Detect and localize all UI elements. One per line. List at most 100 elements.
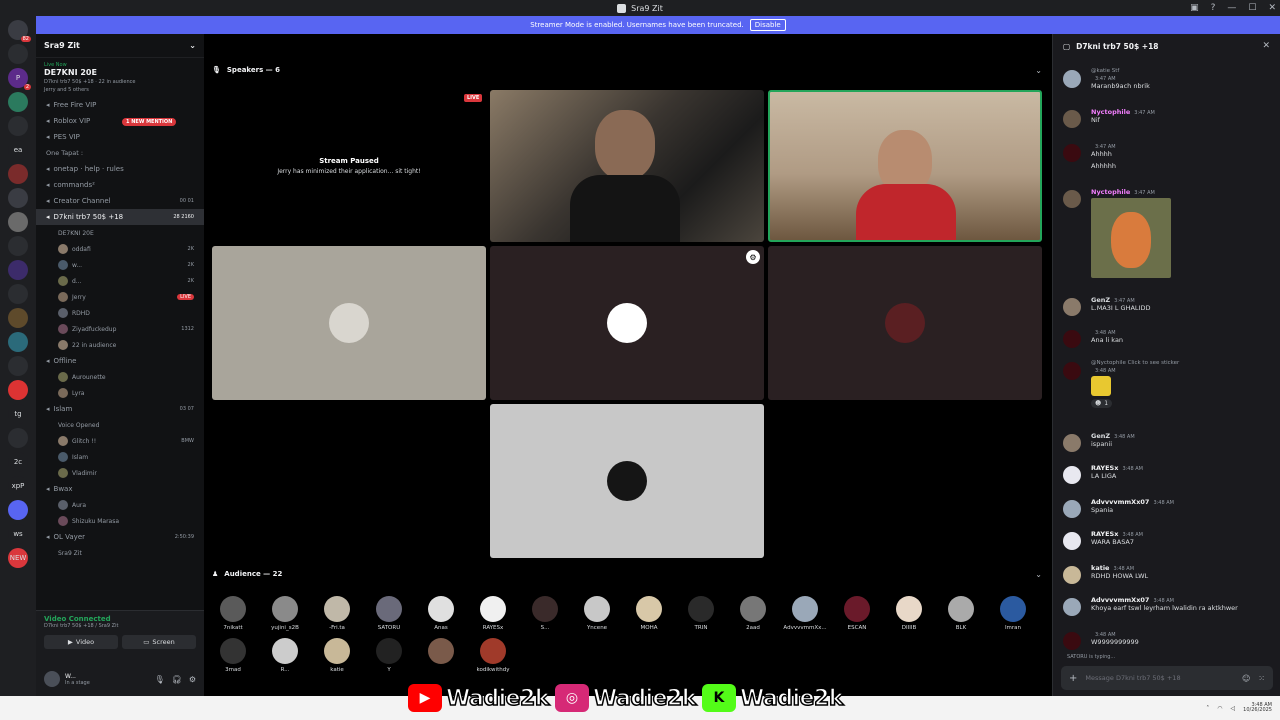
audience-member[interactable]: AdvvvvmmXx... (783, 596, 827, 631)
headphones-icon[interactable]: 🎧︎ (172, 675, 182, 684)
server-icon[interactable]: xpP (8, 476, 28, 496)
avatar[interactable] (1063, 190, 1081, 208)
server-icon[interactable] (8, 212, 28, 232)
chat-message[interactable]: GenZ 3:47 AM L.MA3I L GHALIDD (1063, 296, 1273, 316)
server-icon[interactable] (8, 380, 28, 400)
volume-icon[interactable]: ◁ (1231, 705, 1236, 712)
author-name[interactable]: AdvvvvmmXx07 (1091, 498, 1149, 506)
channel-row[interactable]: ◂ Roblox VIP (36, 113, 204, 129)
server-icon[interactable] (8, 500, 28, 520)
voice-user-row[interactable]: Glitch !! BMW (36, 433, 204, 449)
chat-message[interactable]: Nyctophile 3:47 AM (1063, 188, 1273, 278)
avatar[interactable] (1063, 500, 1081, 518)
speaker-avatar-tile[interactable] (490, 404, 764, 558)
audience-member[interactable]: ESCAN (836, 596, 878, 631)
chat-message[interactable]: katie 3:48 AM RDHD HOWA LWL (1063, 564, 1273, 584)
channel-row[interactable]: ◂ commands² (36, 177, 204, 193)
speaker-avatar-tile[interactable]: ⚙ (490, 246, 764, 400)
server-header[interactable]: Sra9 Zit ⌄ (36, 34, 204, 58)
channel-row[interactable]: ◂ onetap · help · rules (36, 161, 204, 177)
speaker-video-tile[interactable] (490, 90, 764, 242)
audience-member[interactable]: RAYESx (472, 596, 514, 631)
server-icon[interactable] (8, 164, 28, 184)
server-icon[interactable]: 2c (8, 452, 28, 472)
channel-row[interactable]: ◂ D7kni trb7 50$ +18 28 2160 (36, 209, 204, 225)
avatar[interactable] (1063, 598, 1081, 616)
audience-member[interactable]: 7nikatt (212, 596, 254, 631)
server-icon[interactable] (8, 44, 28, 64)
server-icon[interactable]: ea (8, 140, 28, 160)
voice-user-row[interactable]: RDHD (36, 305, 204, 321)
server-icon[interactable] (8, 116, 28, 136)
voice-user-row[interactable]: Islam (36, 449, 204, 465)
voice-user-row[interactable]: Shizuku Marasa (36, 513, 204, 529)
help-icon[interactable]: ? (1211, 3, 1216, 13)
avatar[interactable] (1063, 110, 1081, 128)
server-icon[interactable] (8, 284, 28, 304)
video-button[interactable]: ▶ Video (44, 635, 118, 649)
gear-icon[interactable]: ⚙ (189, 675, 196, 684)
author-name[interactable]: AdvvvvmmXx07 (1091, 596, 1149, 604)
author-name[interactable]: RAYESx (1091, 530, 1118, 538)
server-icon[interactable] (8, 428, 28, 448)
chat-message[interactable]: AdvvvvmmXx07 3:48 AM Spania (1063, 498, 1273, 518)
audience-member[interactable]: kodikwithdy (472, 638, 514, 673)
apps-icon[interactable]: ⁙ (1258, 674, 1265, 683)
chat-message[interactable]: Ahhhhh (1063, 162, 1273, 170)
voice-user-row[interactable]: Jerry LIVE (36, 289, 204, 305)
chat-message[interactable]: AdvvvvmmXx07 3:48 AM Khoya earf tswl leyrh… (1063, 596, 1273, 616)
chat-message[interactable]: RAYESx 3:48 AM WARA BASA7 (1063, 530, 1273, 550)
avatar[interactable] (1063, 298, 1081, 316)
audience-member[interactable]: 3mad (212, 638, 254, 673)
audience-member[interactable]: Y (368, 638, 410, 673)
avatar[interactable] (44, 671, 60, 687)
audience-member[interactable]: Yncene (576, 596, 618, 631)
maximize-button[interactable]: ☐ (1248, 3, 1256, 13)
avatar[interactable] (1063, 330, 1081, 348)
author-name[interactable]: Nyctophile (1091, 188, 1130, 196)
server-icon[interactable] (8, 92, 28, 112)
voice-user-row[interactable]: Vladimir (36, 465, 204, 481)
audience-member[interactable]: -Fri.ta (316, 596, 358, 631)
avatar[interactable] (1063, 70, 1081, 88)
voice-user-row[interactable]: Ziyadfuckedup 1312 (36, 321, 204, 337)
sticker-image[interactable] (1091, 198, 1171, 278)
audience-member[interactable]: S... (524, 596, 566, 631)
channel-row[interactable]: ◂ Islam 03 07 (36, 401, 204, 417)
chat-message[interactable]: @Nyctophile Click to see sticker 3:48 AM ☻… (1063, 360, 1273, 408)
author-name[interactable]: katie (1091, 564, 1109, 572)
voice-user-row[interactable]: Lyra (36, 385, 204, 401)
server-icon[interactable] (8, 332, 28, 352)
channel-row[interactable]: ◂ Bwax (36, 481, 204, 497)
live-now-card[interactable]: Live Now DE7KNI 20E D7kni trb7 50$ +18 ·… (36, 58, 204, 97)
reaction-chip[interactable]: ☻ 1 (1091, 399, 1113, 408)
server-icon[interactable] (8, 356, 28, 376)
server-icon[interactable]: NEW (8, 548, 28, 568)
audience-member[interactable]: Imran (992, 596, 1034, 631)
channel-row[interactable]: ◂ PES VIP (36, 129, 204, 145)
avatar[interactable] (1063, 466, 1081, 484)
microphone-icon[interactable]: 🎙︎ (155, 675, 165, 684)
emoji-icon[interactable]: ☺ (1242, 674, 1250, 683)
audience-header[interactable]: ♟ Audience — 22 (212, 570, 282, 578)
audience-member[interactable]: 2aad (732, 596, 774, 631)
server-icon[interactable]: tg (8, 404, 28, 424)
chat-message[interactable]: @katie Stf 3:47 AM Maranb9ach nbrik (1063, 68, 1273, 90)
author-name[interactable]: GenZ (1091, 432, 1110, 440)
settings-icon[interactable]: ⚙ (746, 250, 760, 264)
audience-member[interactable]: R... (264, 638, 306, 673)
category-header[interactable]: One Tapat : (36, 145, 204, 161)
chevron-down-icon[interactable]: ⌄ (1035, 570, 1042, 579)
voice-user-row[interactable]: w... 2K (36, 257, 204, 273)
voice-user-row[interactable]: Aura (36, 497, 204, 513)
channel-row[interactable]: ◂ Creator Channel 00 01 (36, 193, 204, 209)
channel-row[interactable]: ◂ Offline (36, 353, 204, 369)
chat-message[interactable]: 3:48 AM Ana li kan (1063, 328, 1273, 348)
audience-member[interactable]: BLK (940, 596, 982, 631)
disable-streamer-mode-button[interactable]: Disable (749, 19, 786, 31)
server-icon[interactable]: 82 (8, 20, 31, 42)
server-icon[interactable] (8, 188, 28, 208)
server-icon[interactable] (8, 308, 28, 328)
audience-member[interactable]: Anas (420, 596, 462, 631)
channel-row[interactable]: ◂ OL Vayer 2:50:39 (36, 529, 204, 545)
